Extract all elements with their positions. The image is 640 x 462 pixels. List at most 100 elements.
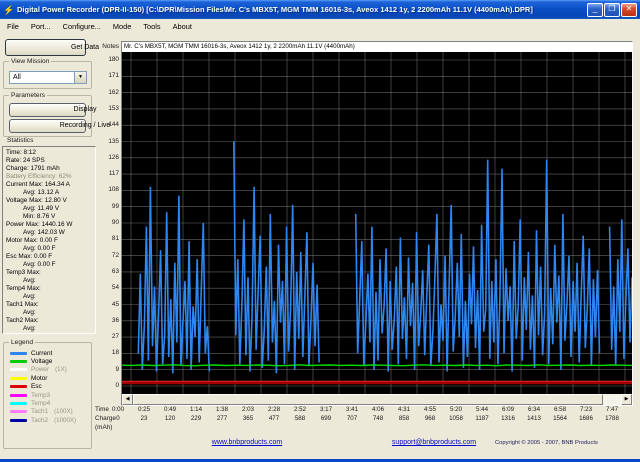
y-axis-tick: 117 xyxy=(108,170,119,178)
stat-line: Avg: xyxy=(23,309,36,316)
restore-button[interactable]: ❐ xyxy=(604,2,620,17)
copyright-text: Copyright © 2005 - 2007, BNB Products xyxy=(495,440,598,446)
support-email-link[interactable]: support@bnbproducts.com xyxy=(392,439,476,446)
time-tick: 6:09 xyxy=(501,406,515,413)
minimize-button[interactable]: _ xyxy=(587,2,603,17)
y-axis-tick: 153 xyxy=(108,104,119,112)
legend-item-label: Temp3 xyxy=(31,391,51,399)
time-tick: 0:00 xyxy=(111,406,125,413)
y-axis-tick: 126 xyxy=(108,153,119,161)
menu-item-file[interactable]: File xyxy=(1,21,25,32)
parameters-group: Parameters Display Recording / Live xyxy=(3,91,110,137)
time-tick: 5:44 xyxy=(475,406,489,413)
legend-item-temp4[interactable]: Temp4 xyxy=(4,399,91,407)
legend-item-tach1[interactable]: Tach1 (100X) xyxy=(4,408,91,416)
y-axis-tick: 27 xyxy=(111,333,119,341)
legend-swatch-icon xyxy=(10,393,27,397)
y-axis-tick: 171 xyxy=(108,72,119,80)
y-axis-tick: 18 xyxy=(111,349,119,357)
y-axis-tick: 108 xyxy=(108,186,119,194)
scroll-left-icon[interactable]: ◀ xyxy=(122,394,133,405)
charge-tick: 229 xyxy=(190,415,202,422)
legend-item-voltage[interactable]: Voltage xyxy=(4,357,91,365)
y-axis-tick: 0 xyxy=(115,382,119,389)
charge-tick: 1187 xyxy=(475,415,489,422)
charge-unit-label: (mAh) xyxy=(95,424,113,431)
charge-tick: 858 xyxy=(398,415,410,422)
legend-swatch-icon xyxy=(10,410,27,414)
menu-item-port[interactable]: Port... xyxy=(25,21,57,32)
legend-swatch-icon xyxy=(10,402,27,406)
charge-tick: 1058 xyxy=(449,415,463,422)
scroll-right-icon[interactable]: ▶ xyxy=(621,394,632,405)
menu-item-tools[interactable]: Tools xyxy=(137,21,166,32)
charge-tick: 1564 xyxy=(553,415,567,422)
y-axis-tick: 90 xyxy=(111,219,119,226)
legend-item-multiplier: (100X) xyxy=(54,408,73,416)
charge-tick: 277 xyxy=(216,415,228,422)
legend-item-temp3[interactable]: Temp3 xyxy=(4,391,91,399)
menu-bar: File Port... Configure... Mode Tools About xyxy=(0,19,640,33)
legend-swatch-icon xyxy=(10,418,27,422)
charge-tick: 1316 xyxy=(501,415,515,422)
time-tick: 1:38 xyxy=(215,406,229,413)
time-tick: 2:03 xyxy=(241,406,255,413)
y-axis-tick: 54 xyxy=(111,284,119,292)
y-axis-tick: 9 xyxy=(115,365,119,373)
charge-tick: 699 xyxy=(320,415,332,422)
charge-tick: 1686 xyxy=(579,415,593,422)
menu-item-configure[interactable]: Configure... xyxy=(57,21,107,32)
charge-tick: 1788 xyxy=(605,415,619,422)
y-axis-tick: 36 xyxy=(111,316,119,324)
time-tick: 3:41 xyxy=(345,406,359,413)
y-axis-tick: 81 xyxy=(111,235,119,243)
app-window: ⚡ Digital Power Recorder (DPR-II-150) [C… xyxy=(0,0,640,462)
time-tick: 1:14 xyxy=(189,406,203,413)
legend-item-label: Motor xyxy=(31,374,48,382)
window-title: Digital Power Recorder (DPR-II-150) [C:\… xyxy=(17,5,533,14)
stat-line: Avg: xyxy=(23,325,36,332)
app-icon[interactable]: ⚡ xyxy=(3,4,15,16)
y-axis-tick: 144 xyxy=(108,121,119,129)
charge-tick: 23 xyxy=(140,415,148,422)
legend-item-tach2[interactable]: Tach2 (1000X) xyxy=(4,416,91,424)
menu-item-about[interactable]: About xyxy=(167,21,198,32)
chart-horizontal-scrollbar[interactable]: ◀ ▶ xyxy=(122,394,632,405)
website-link[interactable]: www.bnbproducts.com xyxy=(212,439,282,446)
time-tick: 0:49 xyxy=(163,406,177,413)
time-tick: 2:52 xyxy=(293,406,307,413)
charge-tick: 1413 xyxy=(527,415,541,422)
chart-title: Mr. C's MBX5T, MGM TMM 16016-3s, Aveox 1… xyxy=(122,42,632,52)
y-axis-tick: 72 xyxy=(111,251,119,259)
y-axis-tick: 180 xyxy=(108,56,119,63)
charge-tick: 707 xyxy=(346,415,358,422)
y-axis-tick: 135 xyxy=(108,137,119,145)
chart-panel: Mr. C's MBX5T, MGM TMM 16016-3s, Aveox 1… xyxy=(121,41,633,406)
legend-item-multiplier: (1000X) xyxy=(54,416,77,424)
charge-tick: 120 xyxy=(164,415,176,422)
main-area: Get Data View Mission All ▼ Parameters D… xyxy=(0,33,640,459)
time-tick: 6:34 xyxy=(527,406,541,413)
legend-item-label: Temp4 xyxy=(31,400,51,408)
time-tick: 4:55 xyxy=(423,406,437,413)
charge-tick: 968 xyxy=(424,415,436,422)
y-axis-tick: 45 xyxy=(111,300,119,308)
legend-swatch-icon xyxy=(10,376,27,380)
time-tick: 7:47 xyxy=(605,406,619,413)
time-tick: 7:23 xyxy=(579,406,593,413)
chart-plot-area[interactable] xyxy=(121,52,633,394)
legend-group: Legend Current Voltage Power (1X) Motor Esc Te… xyxy=(3,338,92,449)
legend-item-label: Tach1 xyxy=(31,408,49,416)
close-button[interactable]: ✕ xyxy=(621,2,637,17)
time-tick: 0:25 xyxy=(137,406,151,413)
legend-item-label: Tach2 xyxy=(31,416,49,424)
charge-tick: 0 xyxy=(116,415,120,422)
charge-tick: 477 xyxy=(268,415,280,422)
time-tick: 5:20 xyxy=(449,406,463,413)
y-axis-tick: 63 xyxy=(111,267,119,275)
scrollbar-thumb[interactable] xyxy=(133,394,603,405)
title-bar[interactable]: ⚡ Digital Power Recorder (DPR-II-150) [C… xyxy=(0,0,640,19)
time-tick: 4:31 xyxy=(397,406,411,413)
menu-item-mode[interactable]: Mode xyxy=(107,21,138,32)
notes-column-header: Notes xyxy=(102,43,119,50)
